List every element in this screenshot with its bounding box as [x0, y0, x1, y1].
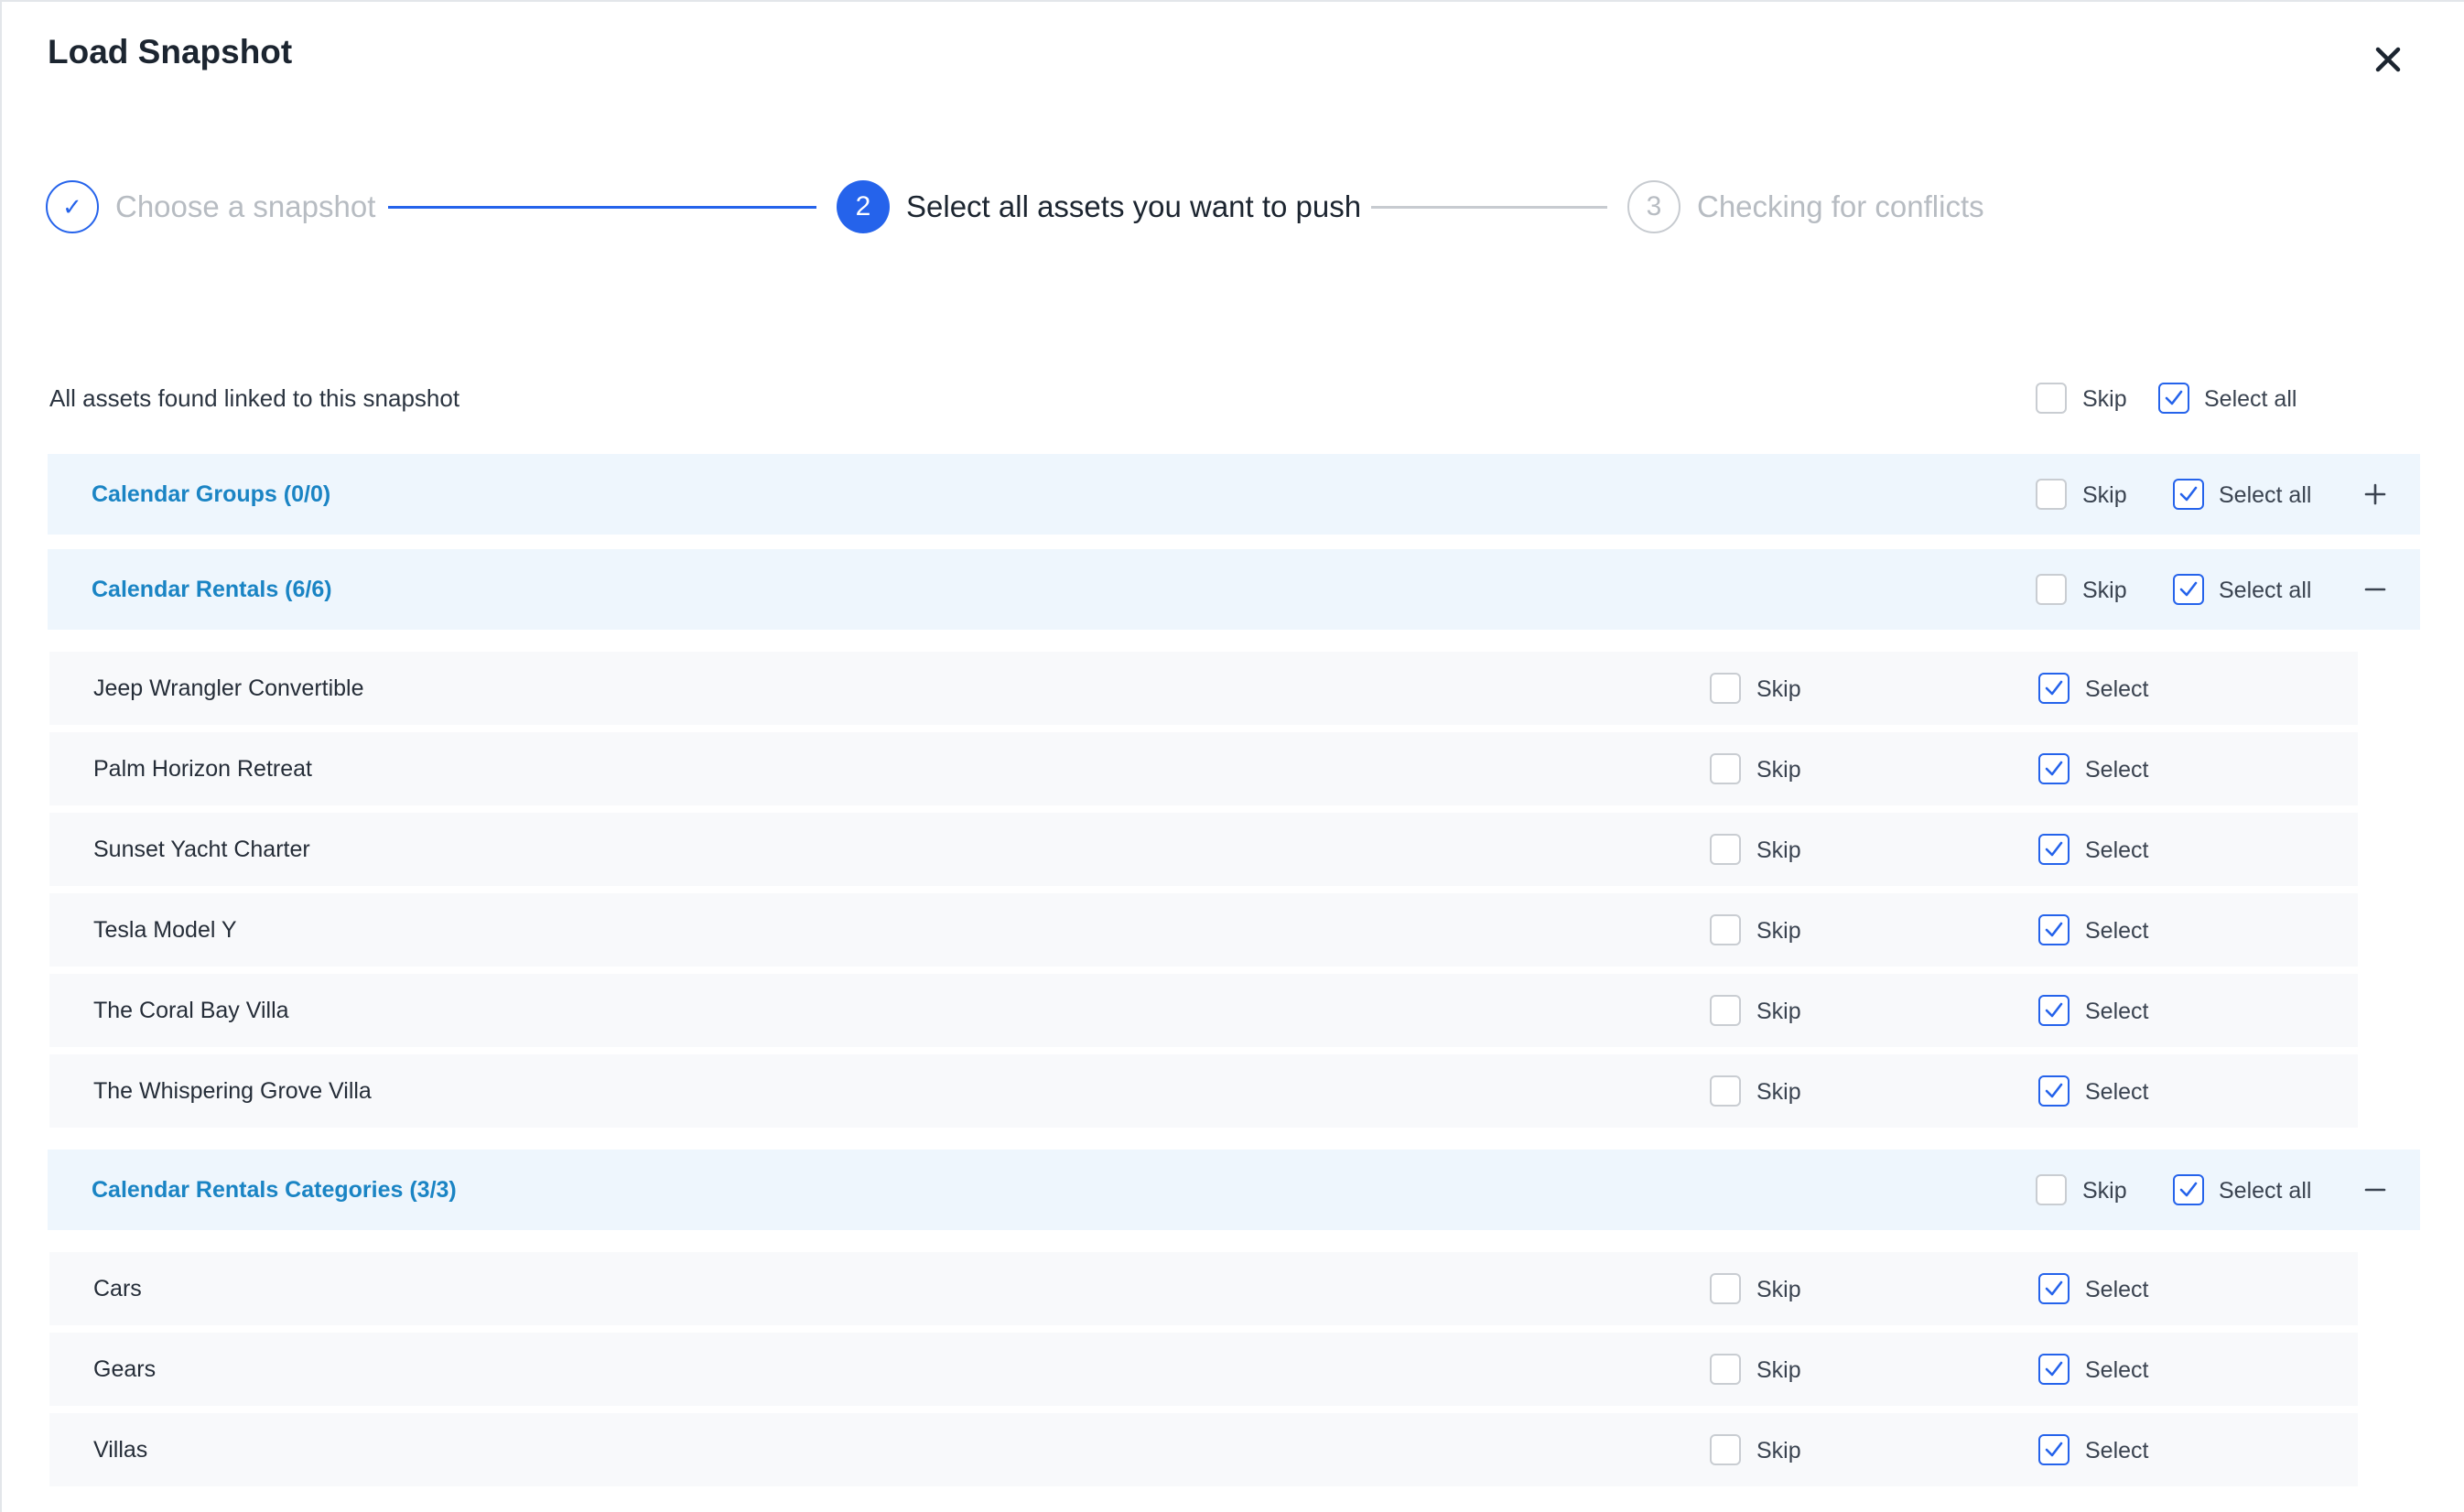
- item-select-label: Select: [2085, 1277, 2149, 1302]
- step-2-label: Select all assets you want to push: [906, 189, 1362, 223]
- all-assets-label: All assets found linked to this snapshot: [49, 384, 460, 412]
- modal-title: Load Snapshot: [48, 33, 293, 70]
- item-select-checkbox[interactable]: [2038, 1434, 2070, 1465]
- item-select-checkbox[interactable]: [2038, 673, 2070, 704]
- global-skip-checkbox[interactable]: [2036, 383, 2067, 414]
- group-skip-label: Skip: [2082, 1178, 2127, 1204]
- group-select-all-checkbox[interactable]: [2173, 574, 2204, 605]
- step-connector-1: [388, 206, 816, 209]
- item-select-checkbox[interactable]: [2038, 1273, 2070, 1304]
- group-skip-checkbox[interactable]: [2036, 1174, 2067, 1205]
- group-select-all-label: Select all: [2219, 578, 2312, 603]
- item-skip-checkbox[interactable]: [1710, 995, 1741, 1026]
- item-name: Jeep Wrangler Convertible: [93, 675, 364, 701]
- step-connector-2: [1371, 206, 1607, 209]
- item-skip-label: Skip: [1756, 918, 1801, 944]
- item-skip-checkbox[interactable]: [1710, 1273, 1741, 1304]
- item-select-label: Select: [2085, 757, 2149, 783]
- item-skip-checkbox[interactable]: [1710, 1075, 1741, 1107]
- item-skip-checkbox[interactable]: [1710, 914, 1741, 945]
- group-title[interactable]: Calendar Rentals (6/6): [92, 577, 332, 603]
- item-select-label: Select: [2085, 1438, 2149, 1463]
- item-name: The Whispering Grove Villa: [93, 1078, 372, 1104]
- step-2-number: 2: [837, 180, 890, 233]
- item-name: The Coral Bay Villa: [93, 998, 289, 1023]
- item-name: Villas: [93, 1437, 148, 1463]
- item-name: Cars: [93, 1276, 142, 1301]
- list-item: The Whispering Grove Villa Skip Select: [49, 1054, 2358, 1128]
- item-name: Palm Horizon Retreat: [93, 756, 312, 782]
- stepper: ✓ Choose a snapshot 2 Select all assets …: [2, 180, 2464, 244]
- close-icon[interactable]: [2365, 37, 2411, 82]
- step-1-label: Choose a snapshot: [115, 189, 376, 223]
- item-select-label: Select: [2085, 999, 2149, 1024]
- item-skip-label: Skip: [1756, 1277, 1801, 1302]
- global-skip-label: Skip: [2082, 386, 2127, 412]
- group-skip-label: Skip: [2082, 482, 2127, 508]
- item-skip-label: Skip: [1756, 757, 1801, 783]
- item-select-label: Select: [2085, 918, 2149, 944]
- item-name: Tesla Model Y: [93, 917, 237, 943]
- item-select-label: Select: [2085, 1357, 2149, 1383]
- global-select-all-checkbox[interactable]: [2158, 383, 2189, 414]
- group-select-all-checkbox[interactable]: [2173, 1174, 2204, 1205]
- item-skip-label: Skip: [1756, 1438, 1801, 1463]
- group-skip-checkbox[interactable]: [2036, 479, 2067, 510]
- list-item: Jeep Wrangler Convertible Skip Select: [49, 652, 2358, 725]
- group-header[interactable]: Calendar Groups (0/0) Skip Select all: [48, 454, 2420, 535]
- item-select-checkbox[interactable]: [2038, 753, 2070, 784]
- item-select-checkbox[interactable]: [2038, 1354, 2070, 1385]
- list-item: Tesla Model Y Skip Select: [49, 893, 2358, 967]
- item-name: Sunset Yacht Charter: [93, 837, 310, 862]
- item-select-checkbox[interactable]: [2038, 1075, 2070, 1107]
- list-item: Gears Skip Select: [49, 1333, 2358, 1406]
- group-header[interactable]: Calendar Rentals (6/6) Skip Select all: [48, 549, 2420, 630]
- item-skip-checkbox[interactable]: [1710, 1354, 1741, 1385]
- group-select-all-checkbox[interactable]: [2173, 479, 2204, 510]
- item-select-label: Select: [2085, 676, 2149, 702]
- step-3-label: Checking for conflicts: [1697, 189, 1984, 223]
- plus-icon[interactable]: [2361, 481, 2389, 508]
- minus-icon[interactable]: [2361, 1176, 2389, 1204]
- list-item: Villas Skip Select: [49, 1413, 2358, 1486]
- item-select-checkbox[interactable]: [2038, 995, 2070, 1026]
- item-skip-label: Skip: [1756, 999, 1801, 1024]
- item-skip-checkbox[interactable]: [1710, 1434, 1741, 1465]
- group-select-all-label: Select all: [2219, 1178, 2312, 1204]
- item-skip-checkbox[interactable]: [1710, 834, 1741, 865]
- global-select-all-label: Select all: [2204, 386, 2297, 412]
- group-title[interactable]: Calendar Groups (0/0): [92, 481, 330, 508]
- list-item: Cars Skip Select: [49, 1252, 2358, 1325]
- item-select-checkbox[interactable]: [2038, 834, 2070, 865]
- group-skip-checkbox[interactable]: [2036, 574, 2067, 605]
- load-snapshot-modal: Load Snapshot ✓ Choose a snapshot 2 Sele…: [0, 0, 2464, 1512]
- item-skip-label: Skip: [1756, 1357, 1801, 1383]
- item-select-label: Select: [2085, 837, 2149, 863]
- item-skip-label: Skip: [1756, 837, 1801, 863]
- list-item: Sunset Yacht Charter Skip Select: [49, 813, 2358, 886]
- step-1-check-icon: ✓: [46, 180, 99, 233]
- item-select-checkbox[interactable]: [2038, 914, 2070, 945]
- minus-icon[interactable]: [2361, 576, 2389, 603]
- step-3-number: 3: [1627, 180, 1680, 233]
- item-skip-checkbox[interactable]: [1710, 753, 1741, 784]
- group-skip-label: Skip: [2082, 578, 2127, 603]
- list-item: Palm Horizon Retreat Skip Select: [49, 732, 2358, 805]
- group-title[interactable]: Calendar Rentals Categories (3/3): [92, 1177, 457, 1204]
- item-select-label: Select: [2085, 1079, 2149, 1105]
- item-skip-label: Skip: [1756, 676, 1801, 702]
- list-item: The Coral Bay Villa Skip Select: [49, 974, 2358, 1047]
- group-select-all-label: Select all: [2219, 482, 2312, 508]
- item-skip-checkbox[interactable]: [1710, 673, 1741, 704]
- group-header[interactable]: Calendar Rentals Categories (3/3) Skip Sel…: [48, 1150, 2420, 1230]
- item-skip-label: Skip: [1756, 1079, 1801, 1105]
- item-name: Gears: [93, 1356, 157, 1382]
